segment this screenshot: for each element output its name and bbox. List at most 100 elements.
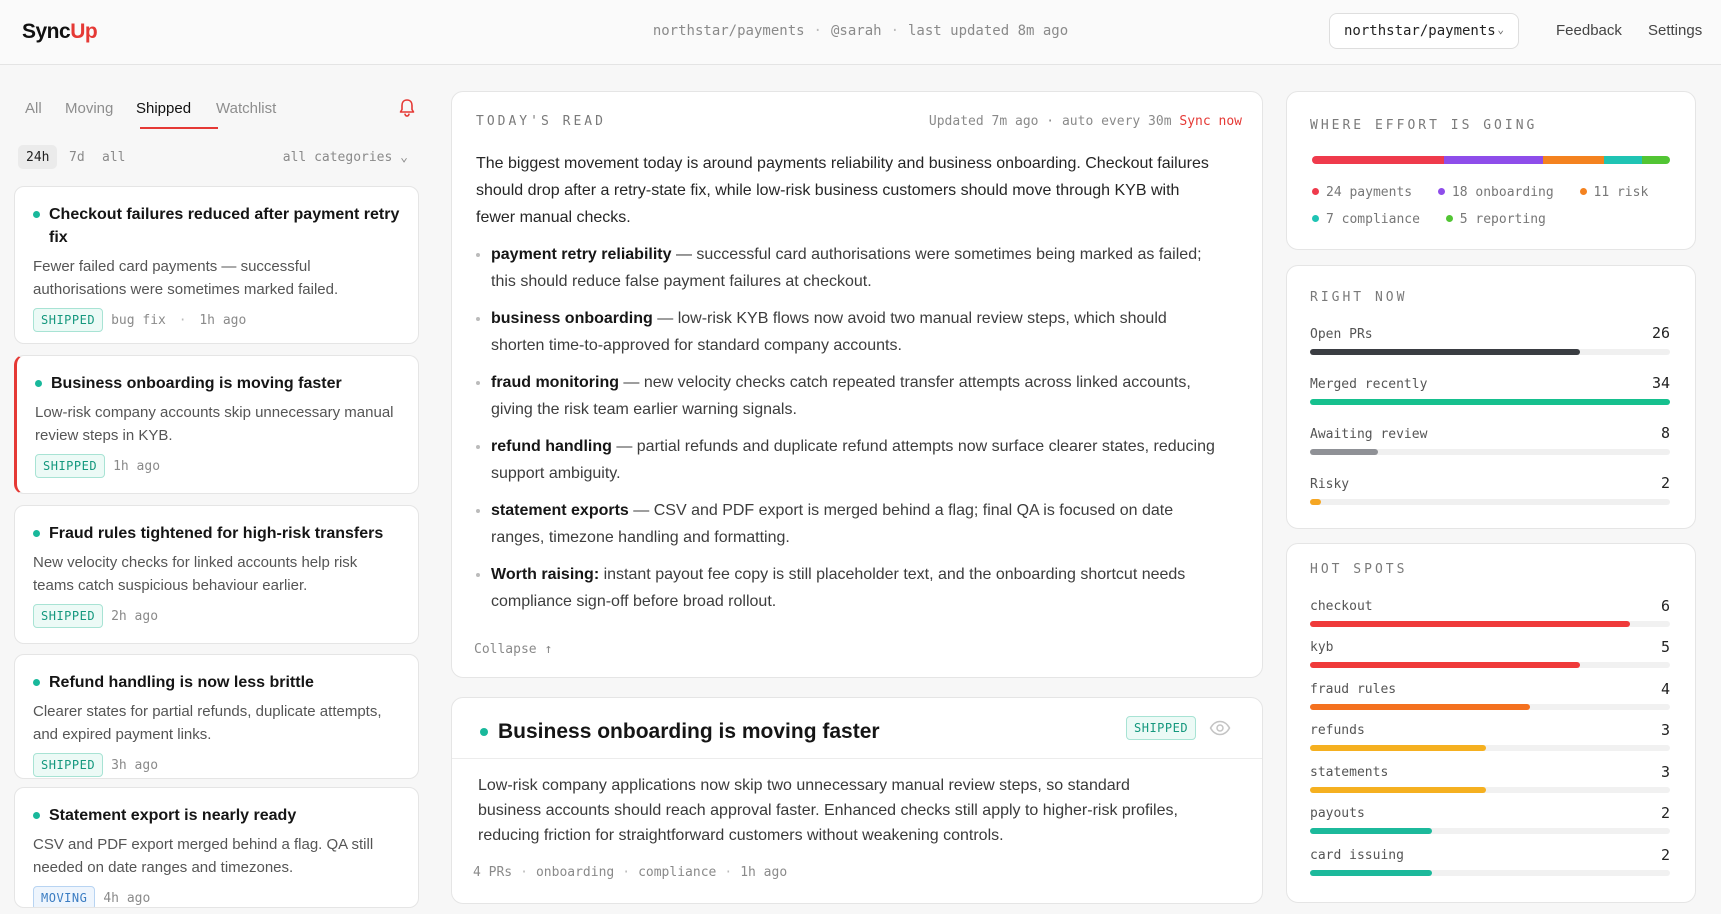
hot-spot-label: statements	[1310, 765, 1389, 780]
hot-spot-fill	[1310, 621, 1631, 627]
feed-card[interactable]: Statement export is nearly ready CSV and…	[14, 787, 419, 908]
read-bullet: fraud monitoring — new velocity checks c…	[476, 369, 1216, 423]
hot-spot-track	[1310, 870, 1670, 876]
effort-segment	[1444, 156, 1544, 164]
hot-spot-fill	[1310, 745, 1487, 751]
metric-label: Risky	[1310, 477, 1350, 492]
hot-spot-fill	[1310, 662, 1580, 668]
hot-spot-value: 2	[1660, 804, 1670, 822]
hot-spot-checkout[interactable]: checkout 6	[1310, 597, 1670, 635]
pr-count: 4 PRs	[473, 865, 513, 880]
card-time: 1h ago	[199, 313, 247, 328]
hot-spot-track	[1310, 704, 1670, 710]
metric-open-prs[interactable]: Open PRs 26	[1310, 324, 1670, 367]
legend-swatch	[1312, 215, 1319, 222]
card-description: New velocity checks for linked accounts …	[33, 554, 358, 594]
hot-spot-track	[1310, 621, 1670, 627]
user-handle: @sarah	[830, 23, 882, 39]
repo-name: northstar/payments	[652, 23, 805, 39]
divider	[452, 758, 1262, 759]
logo[interactable]: SyncUp	[22, 20, 98, 44]
metric-track	[1310, 449, 1670, 455]
bell-icon[interactable]	[398, 98, 416, 118]
hot-spot-track	[1310, 745, 1670, 751]
last-updated: last updated 8m ago	[908, 23, 1069, 39]
range-all[interactable]: all	[94, 145, 133, 169]
card-time: 1h ago	[113, 459, 161, 474]
effort-heading: WHERE EFFORT IS GOING	[1310, 118, 1538, 133]
hot-spot-fraud-rules[interactable]: fraud rules 4	[1310, 680, 1670, 718]
metric-track	[1310, 349, 1670, 355]
metric-value: 2	[1660, 474, 1670, 492]
status-dot	[33, 679, 40, 686]
chevron-down-icon: ⌄	[1497, 23, 1504, 36]
tab-moving[interactable]: Moving	[65, 100, 113, 117]
card-tag: bug fix	[111, 313, 166, 328]
card-time: 4h ago	[103, 891, 151, 906]
range-24h[interactable]: 24h	[18, 145, 58, 169]
hot-spot-label: payouts	[1310, 806, 1365, 821]
legend-swatch	[1445, 215, 1453, 222]
card-title: Refund handling is now less brittle	[33, 671, 400, 694]
right-now-heading: RIGHT NOW	[1310, 290, 1408, 305]
chevron-down-icon: ⌄	[400, 150, 408, 165]
active-tab-indicator	[140, 127, 218, 129]
detail-tag[interactable]: onboarding	[536, 865, 614, 880]
legend-swatch	[1579, 188, 1587, 195]
legend-onboarding: 18 onboarding	[1437, 185, 1554, 200]
tab-shipped[interactable]: Shipped	[136, 100, 191, 117]
tab-all[interactable]: All	[25, 100, 42, 117]
sync-now-button[interactable]: Sync now	[1179, 114, 1242, 129]
feed-card-selected[interactable]: Business onboarding is moving faster Low…	[14, 355, 419, 494]
metric-merged-recently[interactable]: Merged recently 34	[1310, 374, 1670, 417]
card-time: 2h ago	[111, 609, 159, 624]
metric-fill	[1310, 499, 1321, 505]
status-badge: SHIPPED	[33, 308, 104, 332]
card-title: Business onboarding is moving faster	[35, 372, 400, 395]
hot-spot-fill	[1310, 828, 1433, 834]
hot-spots-panel: HOT SPOTS checkout 6 kyb 5 fraud rules 4…	[1286, 543, 1696, 903]
todays-read-heading: TODAY'S READ	[476, 114, 606, 129]
settings-link[interactable]: Settings	[1648, 22, 1702, 39]
legend-payments: 24 payments	[1312, 185, 1412, 200]
todays-read-panel: TODAY'S READ Updated 7m ago · auto every…	[451, 91, 1263, 678]
metric-value: 34	[1651, 374, 1670, 392]
hot-spot-label: fraud rules	[1310, 682, 1397, 697]
category-select[interactable]: all categories ⌄	[283, 150, 408, 165]
hot-spot-card-issuing[interactable]: card issuing 2	[1310, 846, 1670, 884]
hot-spot-kyb[interactable]: kyb 5	[1310, 638, 1670, 676]
hot-spot-payouts[interactable]: payouts 2	[1310, 804, 1670, 842]
hot-spot-track	[1310, 787, 1670, 793]
metric-risky[interactable]: Risky 2	[1310, 474, 1670, 517]
repo-select[interactable]: northstar/payments ⌄	[1329, 13, 1519, 49]
card-description: Fewer failed card payments — successful …	[33, 258, 339, 298]
feed-card[interactable]: Fraud rules tightened for high-risk tran…	[14, 505, 419, 644]
status-dot	[480, 728, 488, 736]
eye-icon[interactable]	[1209, 719, 1231, 737]
metric-awaiting-review[interactable]: Awaiting review 8	[1310, 424, 1670, 467]
hot-spot-label: checkout	[1310, 599, 1373, 614]
card-title: Fraud rules tightened for high-risk tran…	[33, 522, 400, 545]
status-badge: SHIPPED	[1126, 716, 1197, 740]
card-time: 3h ago	[111, 758, 159, 773]
hot-spot-statements[interactable]: statements 3	[1310, 763, 1670, 801]
tab-watchlist[interactable]: Watchlist	[216, 100, 276, 117]
hot-spot-refunds[interactable]: refunds 3	[1310, 721, 1670, 759]
card-description: CSV and PDF export merged behind a flag.…	[33, 836, 374, 876]
hot-spot-value: 3	[1660, 763, 1670, 781]
right-now-panel: RIGHT NOW Open PRs 26 Merged recently 34…	[1286, 265, 1696, 529]
feed-card[interactable]: Checkout failures reduced after payment …	[14, 186, 419, 344]
legend-swatch	[1312, 188, 1319, 195]
collapse-button[interactable]: Collapse ↑	[474, 642, 552, 657]
range-7d[interactable]: 7d	[61, 145, 93, 169]
effort-legend: 7 compliance 5 reporting	[1312, 212, 1564, 227]
feed-card[interactable]: Refund handling is now less brittle Clea…	[14, 654, 419, 779]
metric-value: 8	[1660, 424, 1670, 442]
detail-tag[interactable]: compliance	[638, 865, 716, 880]
card-description: Clearer states for partial refunds, dupl…	[33, 703, 382, 743]
metric-fill	[1310, 399, 1670, 405]
feed-tabs: All Moving Shipped Watchlist	[14, 94, 420, 130]
read-intro: The biggest movement today is around pay…	[476, 155, 1209, 226]
feed-filters: 24h 7d all all categories ⌄	[14, 145, 420, 171]
feedback-link[interactable]: Feedback	[1556, 22, 1622, 39]
